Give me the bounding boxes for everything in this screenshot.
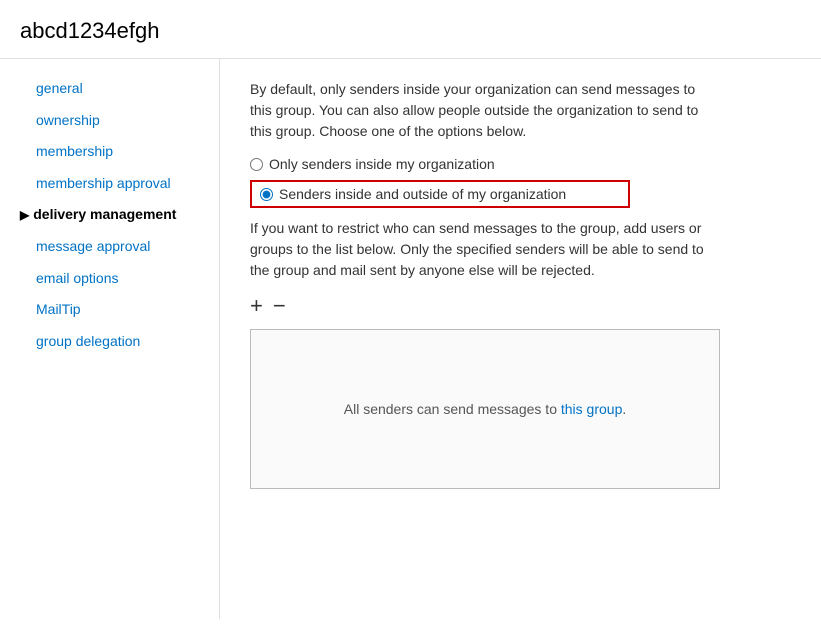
main-content: By default, only senders inside your org… (220, 59, 821, 619)
radio-inside-only-input[interactable] (250, 158, 263, 171)
sidebar-item-label-group-delegation: group delegation (36, 332, 140, 352)
sidebar-item-label-ownership: ownership (36, 111, 100, 131)
sidebar-item-email-options[interactable]: email options (0, 263, 219, 295)
radio-inside-outside-input[interactable] (260, 188, 273, 201)
sidebar-item-message-approval[interactable]: message approval (0, 231, 219, 263)
radio-inside-outside-label: Senders inside and outside of my organiz… (279, 186, 566, 202)
radio-inside-only[interactable]: Only senders inside my organization (250, 156, 791, 172)
sidebar-item-membership-approval[interactable]: membership approval (0, 168, 219, 200)
add-sender-button[interactable]: + (250, 295, 263, 317)
sidebar-item-label-delivery-management: delivery management (33, 205, 176, 225)
sidebar-item-ownership[interactable]: ownership (0, 105, 219, 137)
radio-inside-outside[interactable]: Senders inside and outside of my organiz… (250, 180, 630, 208)
action-buttons: + − (250, 295, 791, 317)
senders-box: All senders can send messages to this gr… (250, 329, 720, 489)
radio-inside-only-label: Only senders inside my organization (269, 156, 495, 172)
radio-group: Only senders inside my organization Send… (250, 156, 791, 208)
sidebar-arrow-icon: ▶ (20, 207, 29, 224)
page-title: abcd1234efgh (0, 0, 821, 59)
senders-box-text: All senders can send messages to this gr… (344, 401, 627, 417)
sidebar-item-label-membership: membership (36, 142, 113, 162)
group-link[interactable]: this group (561, 401, 622, 417)
sidebar-item-label-general: general (36, 79, 83, 99)
sidebar-item-label-message-approval: message approval (36, 237, 150, 257)
sidebar-item-delivery-management[interactable]: ▶ delivery management (0, 199, 219, 231)
sidebar-item-mailtip[interactable]: MailTip (0, 294, 219, 326)
sidebar-item-group-delegation[interactable]: group delegation (0, 326, 219, 358)
sidebar-item-general[interactable]: general (0, 73, 219, 105)
sidebar: general ownership membership membership app… (0, 59, 220, 619)
sidebar-item-label-mailtip: MailTip (36, 300, 81, 320)
sidebar-item-membership[interactable]: membership (0, 136, 219, 168)
description-text: By default, only senders inside your org… (250, 79, 720, 142)
remove-sender-button[interactable]: − (273, 295, 286, 317)
sidebar-item-label-membership-approval: membership approval (36, 174, 171, 194)
restrict-text: If you want to restrict who can send mes… (250, 218, 720, 281)
sidebar-item-label-email-options: email options (36, 269, 119, 289)
